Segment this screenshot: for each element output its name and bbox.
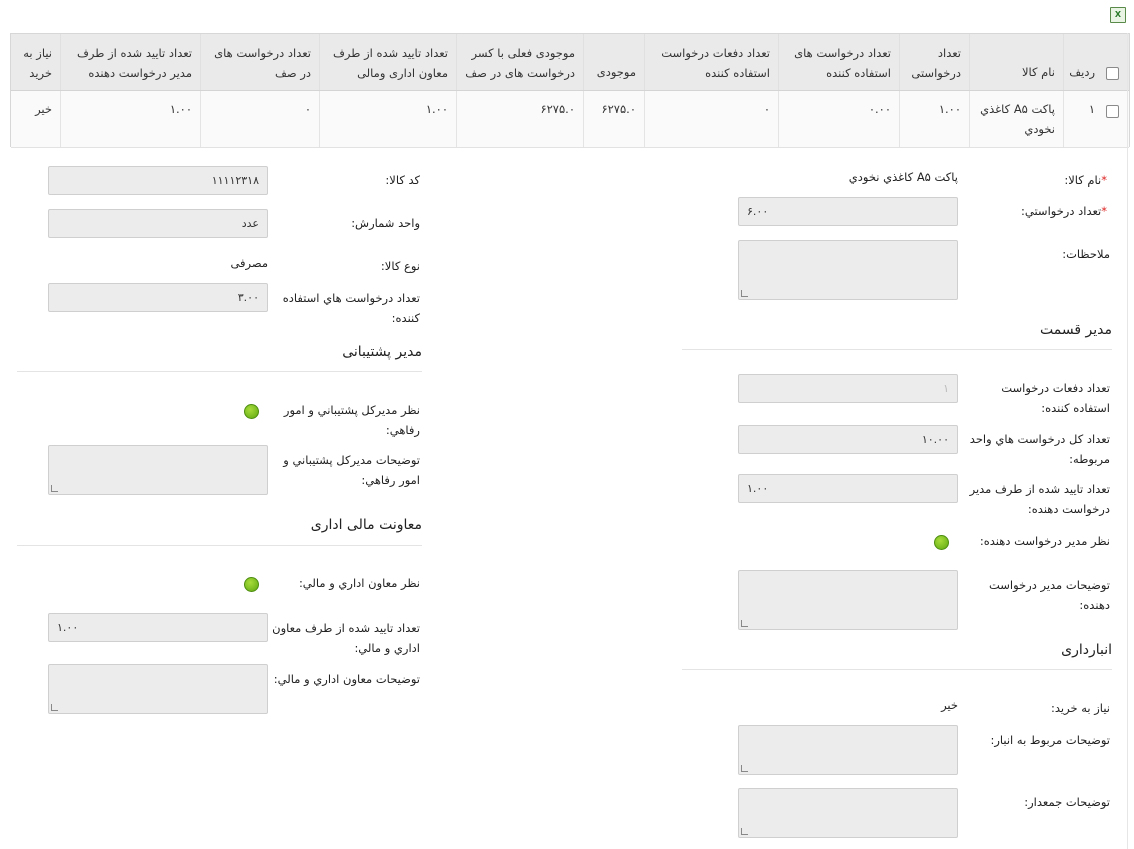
warehouse-section-divider bbox=[682, 669, 1112, 670]
manager-section-title: مدیر قسمت bbox=[1040, 322, 1112, 338]
finance-desc-label: توضیحات معاون اداري و مالي: bbox=[273, 672, 420, 686]
header-stock: موجودی bbox=[583, 34, 644, 90]
header-request-qty: تعداد درخواستی bbox=[899, 34, 969, 90]
grid-header: ردیف نام کالا تعداد درخواستی تعداد درخوا… bbox=[11, 34, 1129, 91]
total-requests-label: تعداد کل درخواست هاي واحد مربوطه: bbox=[969, 432, 1110, 466]
header-request-times: تعداد دفعات درخواست استفاده کننده bbox=[644, 34, 778, 90]
manager-section-divider bbox=[682, 349, 1112, 350]
support-section-divider bbox=[17, 371, 422, 372]
warehouse-section-title: انبارداری bbox=[1061, 642, 1112, 658]
manager-desc-textarea[interactable] bbox=[738, 570, 958, 630]
cell-queued-requests: ۰ bbox=[200, 91, 319, 147]
cell-item-name: پاکت A۵ کاغذي نخودي bbox=[969, 91, 1063, 147]
item-name-label-text: نام کالا: bbox=[1064, 173, 1102, 187]
cell-row-number: ۱ bbox=[1063, 91, 1103, 147]
warehouse-desc-textarea[interactable] bbox=[738, 725, 958, 775]
required-star-icon: * bbox=[1101, 173, 1107, 187]
request-qty-label: *تعداد درخواستي: bbox=[962, 201, 1110, 221]
collector-desc-textarea[interactable] bbox=[738, 788, 958, 838]
finance-desc-textarea[interactable] bbox=[48, 664, 268, 714]
request-times-input[interactable]: ۱ bbox=[738, 374, 958, 403]
cell-need-purchase: خیر bbox=[35, 102, 52, 116]
cell-request-qty: ۱.۰۰ bbox=[899, 91, 969, 147]
table-row[interactable]: ۱ پاکت A۵ کاغذي نخودي ۱.۰۰ ۰.۰۰ ۰ ۶۲۷۵.۰… bbox=[11, 91, 1129, 148]
header-approved-deputy: تعداد تایید شده از طرف معاون اداری ومالی bbox=[319, 34, 456, 90]
item-code-label: کد کالا: bbox=[385, 173, 420, 187]
support-opinion-label: نظر مدیرکل پشتيباني و امور رفاهي: bbox=[283, 403, 420, 437]
header-need-purchase: نیاز به خرید bbox=[23, 46, 52, 80]
notes-label: ملاحظات: bbox=[1062, 247, 1110, 261]
finance-approved-input[interactable]: ۱.۰۰ bbox=[48, 613, 268, 642]
cell-requester-requests: ۰.۰۰ bbox=[778, 91, 899, 147]
finance-section-title: معاونت مالی اداری bbox=[310, 517, 422, 533]
support-desc-textarea[interactable] bbox=[48, 445, 268, 495]
manager-opinion-status-icon[interactable] bbox=[934, 535, 949, 550]
excel-export-icon[interactable]: X bbox=[1110, 7, 1126, 23]
user-requests-input[interactable]: ۳.۰۰ bbox=[48, 283, 268, 312]
page-right-border bbox=[1127, 33, 1128, 849]
finance-opinion-label: نظر معاون اداري و مالي: bbox=[298, 576, 420, 590]
select-all-checkbox[interactable] bbox=[1106, 67, 1119, 80]
request-times-label: تعداد دفعات درخواست استفاده کننده: bbox=[1001, 381, 1110, 415]
cell-approved-manager: ۱.۰۰ bbox=[60, 91, 200, 147]
unit-label: واحد شمارش: bbox=[351, 216, 420, 230]
user-requests-label: تعداد درخواست هاي استفاده کننده: bbox=[282, 291, 420, 325]
required-star-icon: * bbox=[1101, 204, 1107, 218]
request-qty-input[interactable]: ۶.۰۰ bbox=[738, 197, 958, 226]
support-section-title: مدیر پشتیبانی bbox=[342, 344, 422, 360]
item-type-label: نوع کالا: bbox=[380, 259, 420, 273]
items-grid: ردیف نام کالا تعداد درخواستی تعداد درخوا… bbox=[10, 33, 1130, 148]
manager-opinion-label: نظر مدیر درخواست دهنده: bbox=[979, 534, 1110, 548]
manager-approved-label: تعداد تایید شده از طرف مدیر درخواست دهند… bbox=[969, 482, 1110, 516]
cell-stock: ۶۲۷۵.۰ bbox=[583, 91, 644, 147]
header-row-number: ردیف bbox=[1063, 34, 1103, 90]
header-item-name: نام کالا bbox=[969, 34, 1063, 90]
cell-request-times: ۰ bbox=[644, 91, 778, 147]
item-type-value: مصرفی bbox=[230, 256, 268, 270]
header-requester-requests: تعداد درخواست های استفاده کننده bbox=[778, 34, 899, 90]
need-purchase-label: نیاز به خرید: bbox=[1051, 701, 1110, 715]
request-qty-label-text: تعداد درخواستي: bbox=[1021, 204, 1102, 218]
total-requests-input[interactable]: ۱۰.۰۰ bbox=[738, 425, 958, 454]
support-desc-label: توضیحات مدیرکل پشتيباني و امور رفاهي: bbox=[283, 453, 420, 487]
finance-section-divider bbox=[17, 545, 422, 546]
manager-approved-input[interactable]: ۱.۰۰ bbox=[738, 474, 958, 503]
item-name-value: پاکت A۵ کاغذي نخودي bbox=[848, 170, 958, 184]
manager-desc-label: توضیحات مدیر درخواست دهنده: bbox=[988, 578, 1110, 612]
cell-approved-deputy: ۱.۰۰ bbox=[319, 91, 456, 147]
header-queued-requests: تعداد درخواست های در صف bbox=[200, 34, 319, 90]
header-approved-manager: تعداد تایید شده از طرف مدیر درخواست دهند… bbox=[60, 34, 200, 90]
collector-desc-label: توضیحات جمعدار: bbox=[1024, 795, 1110, 809]
warehouse-desc-label: توضیحات مربوط به انبار: bbox=[990, 733, 1110, 747]
need-purchase-value: خیر bbox=[941, 698, 958, 712]
unit-input[interactable]: عدد bbox=[48, 209, 268, 238]
notes-textarea[interactable] bbox=[738, 240, 958, 300]
item-code-input[interactable]: ۱۱۱۱۲۳۱۸ bbox=[48, 166, 268, 195]
cell-current-stock: ۶۲۷۵.۰ bbox=[456, 91, 583, 147]
header-current-stock: موجودی فعلی با کسر درخواست های در صف bbox=[456, 34, 583, 90]
finance-opinion-status-icon[interactable] bbox=[244, 577, 259, 592]
support-opinion-status-icon[interactable] bbox=[244, 404, 259, 419]
item-name-label: *نام کالا: bbox=[962, 170, 1110, 190]
row-checkbox[interactable] bbox=[1106, 105, 1119, 118]
finance-approved-label: تعداد تایید شده از طرف معاون اداري و مال… bbox=[272, 621, 420, 655]
